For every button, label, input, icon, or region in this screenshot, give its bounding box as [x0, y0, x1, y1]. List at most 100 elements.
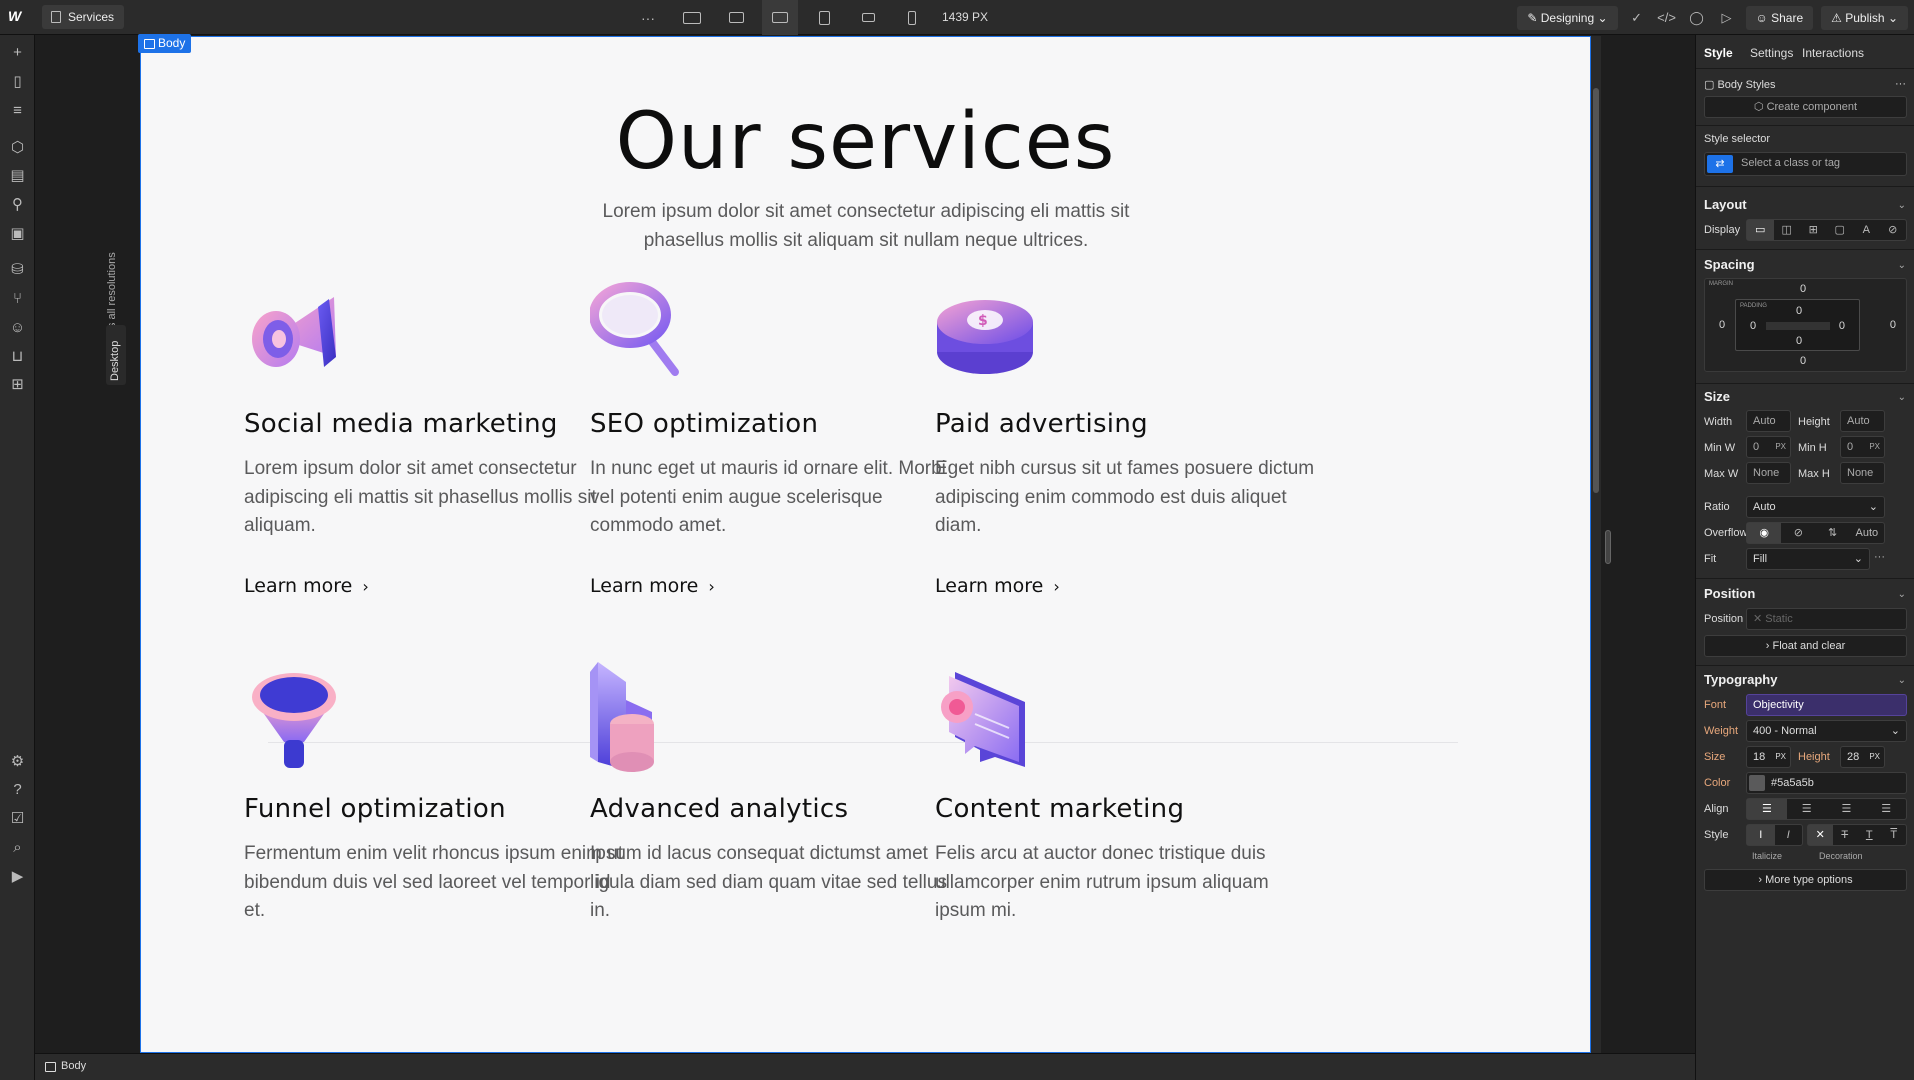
- display-segmented[interactable]: ▭ ◫ ⊞ ▢ A ⊘: [1746, 219, 1907, 241]
- padding-right-value[interactable]: 0: [1839, 320, 1845, 332]
- navigator-icon[interactable]: ≡: [8, 101, 27, 120]
- services-lead[interactable]: Lorem ipsum dolor sit amet consectetur a…: [566, 197, 1166, 255]
- regular-icon[interactable]: I: [1747, 825, 1775, 845]
- service-title[interactable]: Content marketing: [935, 794, 1315, 824]
- breakpoint-xl-button[interactable]: [718, 0, 754, 35]
- collapse-icon[interactable]: ⌄: [1898, 589, 1906, 600]
- tab-settings[interactable]: Settings: [1750, 46, 1793, 60]
- display-flex-icon[interactable]: ◫: [1774, 220, 1801, 240]
- position-heading[interactable]: Position: [1704, 586, 1755, 601]
- libraries-icon[interactable]: ▤: [8, 166, 27, 185]
- learn-more-link[interactable]: Learn more ›: [244, 575, 624, 597]
- collapse-icon[interactable]: ⌄: [1898, 200, 1906, 211]
- underline-icon[interactable]: T: [1857, 825, 1882, 845]
- service-title[interactable]: Social media marketing: [244, 409, 624, 439]
- collapse-icon[interactable]: ⌄: [1898, 392, 1906, 403]
- breakpoint-tablet-button[interactable]: [806, 0, 842, 35]
- display-inline-icon[interactable]: A: [1853, 220, 1880, 240]
- min-width-input[interactable]: 0 PX: [1746, 436, 1791, 458]
- add-icon[interactable]: +: [8, 43, 27, 62]
- cms-icon[interactable]: ⛁: [8, 260, 27, 279]
- display-block-icon[interactable]: ▭: [1747, 220, 1774, 240]
- learn-more-link[interactable]: Learn more ›: [935, 575, 1315, 597]
- line-height-input[interactable]: 28 PX: [1840, 746, 1885, 768]
- more-options-icon[interactable]: ···: [1874, 551, 1885, 563]
- collapse-icon[interactable]: ⌄: [1898, 260, 1906, 271]
- italic-segmented[interactable]: I I: [1746, 824, 1803, 846]
- layout-heading[interactable]: Layout: [1704, 197, 1747, 212]
- search-icon[interactable]: ⌕: [8, 838, 27, 857]
- collapse-icon[interactable]: ⌄: [1898, 675, 1906, 686]
- margin-top-value[interactable]: 0: [1800, 283, 1806, 295]
- overflow-hidden-icon[interactable]: ⊘: [1781, 523, 1815, 543]
- ecommerce-icon[interactable]: ⊔: [8, 347, 27, 366]
- pages-icon[interactable]: ▯: [8, 72, 27, 91]
- padding-top-value[interactable]: 0: [1796, 305, 1802, 317]
- publish-button[interactable]: ⚠ Publish ⌄: [1821, 5, 1908, 30]
- decoration-none-icon[interactable]: ✕: [1808, 825, 1833, 845]
- more-breakpoints-button[interactable]: ···: [630, 0, 666, 35]
- max-height-input[interactable]: None: [1840, 462, 1885, 484]
- float-and-clear-button[interactable]: › Float and clear: [1704, 635, 1907, 657]
- overflow-visible-icon[interactable]: ◉: [1747, 523, 1782, 543]
- padding-bottom-value[interactable]: 0: [1796, 335, 1802, 347]
- display-none-icon[interactable]: ⊘: [1880, 220, 1907, 240]
- webflow-logo-icon[interactable]: W: [8, 8, 28, 26]
- breakpoint-xxl-button[interactable]: [674, 0, 710, 35]
- text-align-segmented[interactable]: ☰ ☰ ☰ ☰: [1746, 798, 1907, 820]
- breakpoint-landscape-button[interactable]: [850, 0, 886, 35]
- create-component-button[interactable]: ⬡ Create component: [1704, 96, 1907, 118]
- unit[interactable]: PX: [1775, 437, 1786, 457]
- share-button[interactable]: ☺ Share: [1745, 5, 1814, 30]
- margin-bottom-value[interactable]: 0: [1800, 355, 1806, 367]
- font-select[interactable]: Objectivity: [1746, 694, 1907, 716]
- service-description[interactable]: Fermentum enim velit rhoncus ipsum enim …: [244, 840, 624, 926]
- color-swatch[interactable]: [1749, 775, 1765, 791]
- canvas-scrollbar[interactable]: [1591, 36, 1601, 1053]
- unit[interactable]: PX: [1869, 747, 1880, 767]
- help-icon[interactable]: ?: [8, 780, 27, 799]
- page-title[interactable]: Our services: [141, 97, 1590, 187]
- service-title[interactable]: Funnel optimization: [244, 794, 624, 824]
- fit-select[interactable]: Fill ⌄: [1746, 548, 1870, 570]
- assets-icon[interactable]: ▣: [8, 224, 27, 243]
- page-canvas[interactable]: Our services Lorem ipsum dolor sit amet …: [140, 36, 1591, 1053]
- apps-icon[interactable]: ⊞: [8, 375, 27, 394]
- service-title[interactable]: Paid advertising: [935, 409, 1315, 439]
- width-input[interactable]: Auto: [1746, 410, 1791, 432]
- service-title[interactable]: Advanced analytics: [590, 794, 970, 824]
- unit[interactable]: PX: [1869, 437, 1880, 457]
- tasks-icon[interactable]: ☑: [8, 809, 27, 828]
- overflow-scroll-icon[interactable]: ⇅: [1816, 523, 1850, 543]
- position-select[interactable]: ✕ Static: [1746, 608, 1907, 630]
- service-card[interactable]: Social media marketing Lorem ipsum dolor…: [244, 277, 624, 597]
- service-card[interactable]: SEO optimization In nunc eget ut mauris …: [589, 277, 970, 597]
- settings-gear-icon[interactable]: ⚙: [8, 752, 27, 771]
- page-selector[interactable]: Services: [42, 5, 125, 29]
- video-icon[interactable]: ▶: [8, 867, 27, 886]
- max-width-input[interactable]: None: [1746, 462, 1791, 484]
- service-description[interactable]: Ipsum id lacus consequat dictumst amet l…: [590, 840, 970, 926]
- ratio-select[interactable]: Auto ⌄: [1746, 496, 1885, 518]
- overline-icon[interactable]: T: [1882, 825, 1907, 845]
- components-icon[interactable]: ⬡: [8, 138, 27, 157]
- color-input[interactable]: #5a5a5b: [1746, 772, 1907, 794]
- logic-icon[interactable]: ⑂: [8, 289, 27, 308]
- more-options-icon[interactable]: ···: [1895, 78, 1906, 90]
- min-height-input[interactable]: 0 PX: [1840, 436, 1885, 458]
- height-input[interactable]: Auto: [1840, 410, 1885, 432]
- spacing-heading[interactable]: Spacing: [1704, 257, 1755, 272]
- italic-icon[interactable]: I: [1775, 825, 1803, 845]
- more-type-options-button[interactable]: › More type options: [1704, 869, 1907, 891]
- users-icon[interactable]: ☺: [8, 318, 27, 337]
- overflow-auto[interactable]: Auto: [1850, 523, 1884, 543]
- service-description[interactable]: In nunc eget ut mauris id ornare elit. M…: [590, 455, 970, 541]
- variables-icon[interactable]: ⚲: [8, 195, 27, 214]
- strikethrough-icon[interactable]: T: [1833, 825, 1858, 845]
- body-selection-tag[interactable]: Body: [138, 34, 192, 53]
- service-title[interactable]: SEO optimization: [590, 409, 970, 439]
- display-grid-icon[interactable]: ⊞: [1800, 220, 1827, 240]
- align-justify-icon[interactable]: ☰: [1866, 799, 1906, 819]
- mode-dropdown[interactable]: ✎ Designing ⌄: [1517, 5, 1618, 30]
- service-description[interactable]: Eget nibh cursus sit ut fames posuere di…: [935, 455, 1315, 541]
